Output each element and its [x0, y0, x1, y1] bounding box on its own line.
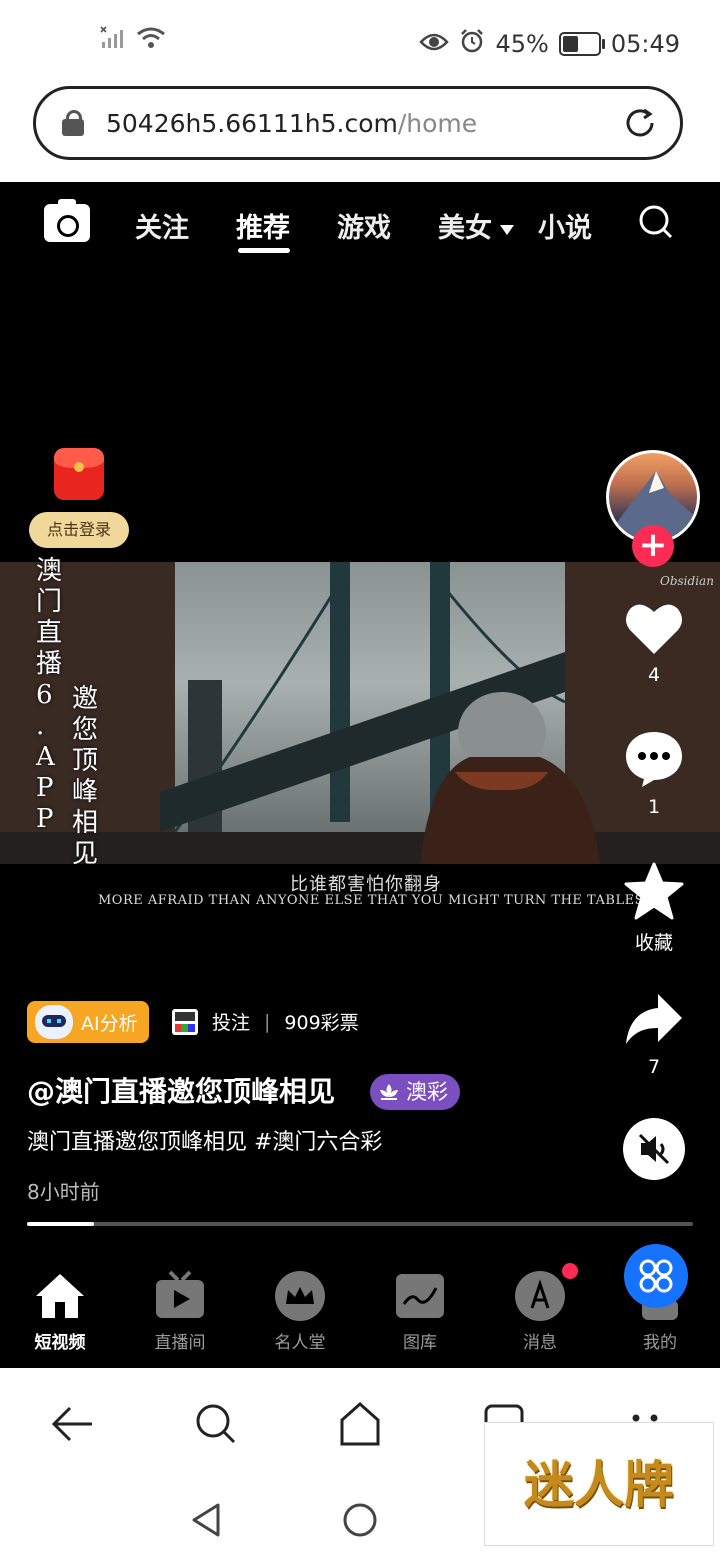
browser-toolbar: 50426h5.66111h5.com/home	[0, 82, 720, 182]
home-icon	[34, 1270, 86, 1322]
nav-messages-label: 消息	[523, 1333, 557, 1353]
nav-gallery[interactable]: 图库	[365, 1270, 475, 1353]
tv-icon	[154, 1270, 206, 1322]
topic-tag[interactable]: 澳彩	[370, 1074, 460, 1110]
nav-live-room-label: 直播间	[154, 1333, 206, 1353]
share-count: 7	[647, 1056, 661, 1078]
like-button[interactable]: 4	[614, 600, 694, 686]
nav-hall-of-fame[interactable]: 名人堂	[245, 1270, 355, 1353]
url-host: 50426h5.66111h5.com	[106, 108, 398, 138]
lottery-link[interactable]: 投注 | 909彩票	[172, 1008, 359, 1035]
comment-icon	[626, 732, 682, 787]
top-tab-bar: 关注 推荐 游戏 美女 小说	[0, 182, 720, 262]
url-path: /home	[397, 108, 478, 138]
active-tab-indicator	[238, 248, 290, 253]
system-home-icon[interactable]	[342, 1502, 378, 1542]
comment-count: 1	[647, 796, 661, 818]
notification-dot	[562, 1263, 578, 1279]
nav-hall-of-fame-label: 名人堂	[274, 1333, 326, 1353]
nav-messages[interactable]: 消息	[485, 1270, 595, 1353]
grid-icon	[639, 1259, 673, 1293]
battery-icon	[558, 32, 605, 56]
chart-icon	[394, 1270, 446, 1322]
bottom-nav: 短视频 直播间 名人堂 图库 消息 我的	[0, 1250, 720, 1368]
tab-beauty[interactable]: 美女	[438, 206, 514, 245]
post-caption: 澳门直播邀您顶峰相见 #澳门六合彩	[27, 1130, 383, 1155]
video-signature: Obsidian	[660, 574, 714, 588]
system-back-icon[interactable]	[190, 1502, 222, 1542]
nav-me-label: 我的	[643, 1333, 677, 1353]
tab-games[interactable]: 游戏	[337, 206, 391, 245]
tab-beauty-label: 美女	[438, 213, 492, 244]
red-packet-icon[interactable]	[54, 448, 104, 500]
subtitle-english: MORE AFRAID THAN ANYONE ELSE THAT YOU MI…	[98, 893, 649, 908]
tab-recommend[interactable]: 推荐	[236, 206, 290, 245]
search-icon[interactable]	[638, 204, 674, 240]
url-text[interactable]: 50426h5.66111h5.com/home	[106, 109, 477, 138]
nav-short-video[interactable]: 短视频	[5, 1270, 115, 1353]
signal-icon	[100, 26, 126, 54]
nav-short-video-label: 短视频	[34, 1333, 86, 1353]
heart-icon	[626, 604, 682, 654]
home-icon[interactable]	[338, 1400, 382, 1450]
video-overlay-text-2: 邀您顶峰相见	[72, 684, 99, 869]
wifi-icon	[136, 26, 166, 54]
message-icon	[514, 1270, 566, 1322]
back-arrow-icon[interactable]	[50, 1404, 94, 1448]
post-time: 8小时前	[27, 1180, 100, 1204]
ai-analysis-label: AI分析	[81, 1012, 138, 1035]
follow-plus-button[interactable]: +	[632, 525, 674, 567]
login-button[interactable]: 点击登录	[29, 512, 129, 548]
like-count: 4	[647, 664, 661, 686]
mute-button[interactable]	[623, 1118, 685, 1180]
share-icon	[626, 994, 682, 1044]
bet-label: 投注	[212, 1012, 251, 1034]
share-button[interactable]: 7	[614, 992, 694, 1078]
battery-percent: 45%	[495, 30, 549, 58]
comment-button[interactable]: 1	[614, 730, 694, 818]
video-progress-bar[interactable]	[27, 1222, 693, 1226]
topic-tag-label: 澳彩	[406, 1080, 448, 1104]
favorite-label: 收藏	[634, 932, 673, 954]
video-overlay-text-1: 澳门直播6.APP	[36, 556, 63, 834]
lottery-logo-icon	[172, 1008, 198, 1035]
eye-icon	[419, 30, 450, 58]
speaker-muted-icon	[638, 1133, 670, 1165]
robot-icon	[35, 1005, 73, 1039]
lotus-icon	[380, 1084, 398, 1100]
favorite-button[interactable]: 收藏	[614, 862, 694, 955]
nav-live-room[interactable]: 直播间	[125, 1270, 235, 1353]
crown-icon	[274, 1270, 326, 1322]
search-icon[interactable]	[194, 1402, 238, 1450]
nav-gallery-label: 图库	[403, 1333, 437, 1353]
alarm-icon	[459, 28, 485, 60]
apps-fab-button[interactable]	[624, 1244, 688, 1308]
watermark-logo: 迷人牌	[484, 1422, 714, 1546]
reload-icon[interactable]	[622, 105, 658, 141]
clock: 05:49	[610, 30, 680, 58]
ai-analysis-badge[interactable]: AI分析	[27, 1001, 149, 1043]
star-icon	[624, 862, 684, 920]
video-progress-fill	[27, 1222, 94, 1226]
address-bar[interactable]: 50426h5.66111h5.com/home	[33, 86, 683, 160]
divider: |	[264, 1010, 271, 1033]
video-frame[interactable]	[0, 562, 720, 864]
chevron-down-icon	[500, 224, 514, 235]
author-name[interactable]: @澳门直播邀您顶峰相见	[27, 1070, 335, 1110]
lock-icon	[62, 110, 84, 136]
camera-icon[interactable]	[44, 199, 90, 242]
status-bar: 45% 05:49	[0, 0, 720, 82]
lottery-name: 909彩票	[284, 1012, 359, 1034]
tab-novel[interactable]: 小说	[538, 206, 592, 245]
tab-follow[interactable]: 关注	[135, 206, 189, 245]
